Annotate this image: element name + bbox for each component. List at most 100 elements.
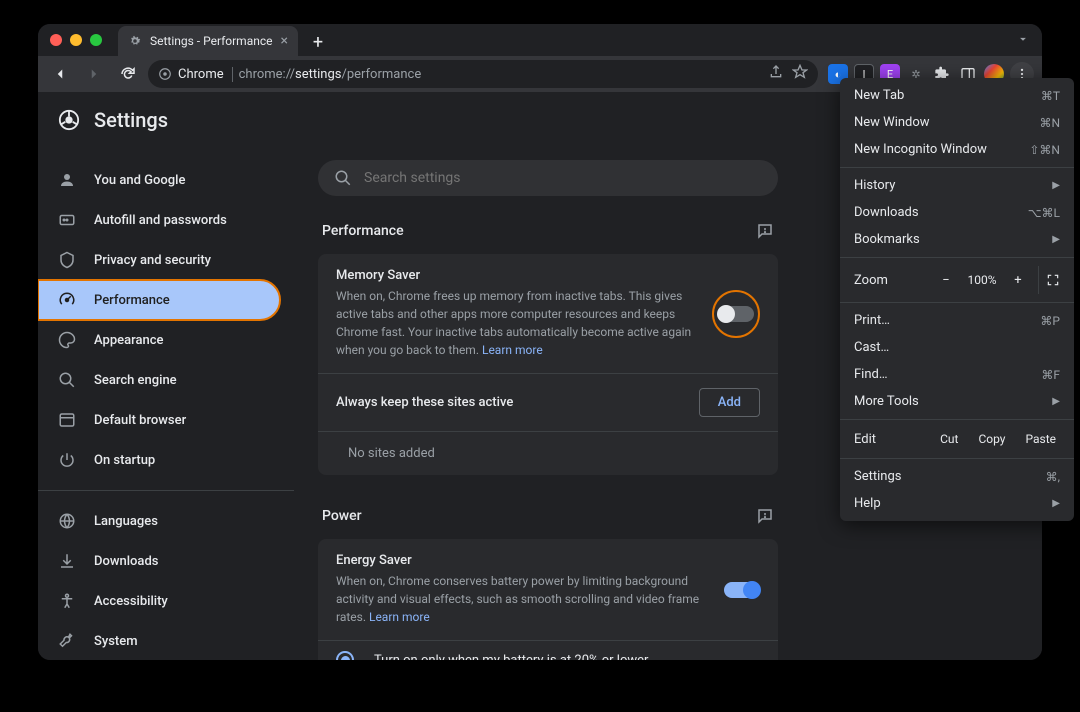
sidebar-item-search-engine[interactable]: Search engine xyxy=(38,360,280,400)
sidebar-item-downloads[interactable]: Downloads xyxy=(38,541,280,581)
sidebar-item-default-browser[interactable]: Default browser xyxy=(38,400,280,440)
menu-divider xyxy=(840,419,1074,420)
fullscreen-icon xyxy=(1046,273,1060,287)
feedback-icon[interactable] xyxy=(756,222,774,240)
sidebar-item-you-and-google[interactable]: You and Google xyxy=(38,160,280,200)
section-title: Power xyxy=(322,508,362,524)
copy-button[interactable]: Copy xyxy=(968,428,1015,450)
zoom-out-button[interactable]: − xyxy=(932,266,960,294)
sidebar-item-accessibility[interactable]: Accessibility xyxy=(38,581,280,621)
menu-label: New Tab xyxy=(854,88,904,103)
sidebar-item-label: Accessibility xyxy=(94,594,168,609)
menu-shortcut: ⌘P xyxy=(1040,314,1060,328)
tab-settings-performance[interactable]: Settings - Performance × xyxy=(118,26,298,56)
memory-saver-title: Memory Saver xyxy=(336,268,692,283)
settings-title: Settings xyxy=(94,108,168,132)
feedback-icon[interactable] xyxy=(756,507,774,525)
fullscreen-button[interactable] xyxy=(1038,266,1066,294)
menu-more-tools[interactable]: More Tools▶ xyxy=(840,388,1074,415)
menu-downloads[interactable]: Downloads ⌥⌘L xyxy=(840,199,1074,226)
menu-shortcut: ⌘T xyxy=(1041,89,1060,103)
menu-new-incognito[interactable]: New Incognito Window⇧⌘N xyxy=(840,136,1074,163)
window-close-button[interactable] xyxy=(50,34,62,46)
traffic-lights xyxy=(50,34,102,46)
menu-help[interactable]: Help ▶ xyxy=(840,490,1074,517)
learn-more-link[interactable]: Learn more xyxy=(482,343,543,357)
memory-saver-text: Memory Saver When on, Chrome frees up me… xyxy=(336,268,692,359)
menu-label: New Incognito Window xyxy=(854,142,987,157)
power-icon xyxy=(58,451,76,469)
window-maximize-button[interactable] xyxy=(90,34,102,46)
reload-button[interactable] xyxy=(114,60,142,88)
section-head-power: Power xyxy=(318,499,778,539)
memory-saver-toggle[interactable] xyxy=(718,306,754,322)
menu-new-window[interactable]: New Window⌘N xyxy=(840,109,1074,136)
zoom-value: 100% xyxy=(960,273,1004,287)
new-tab-button[interactable]: + xyxy=(304,28,332,56)
sidebar-item-appearance[interactable]: Appearance xyxy=(38,320,280,360)
add-site-button[interactable]: Add xyxy=(699,388,760,417)
window-minimize-button[interactable] xyxy=(70,34,82,46)
always-keep-label: Always keep these sites active xyxy=(336,395,513,410)
radio-battery-20[interactable]: Turn on only when my battery is at 20% o… xyxy=(318,641,778,660)
menu-history[interactable]: History ▶ xyxy=(840,172,1074,199)
sidebar-item-privacy[interactable]: Privacy and security xyxy=(38,240,280,280)
paste-button[interactable]: Paste xyxy=(1015,428,1066,450)
radio-button[interactable] xyxy=(336,651,354,660)
tab-search-button[interactable] xyxy=(1016,32,1030,49)
sidebar-item-performance[interactable]: Performance xyxy=(38,280,280,320)
sidebar-item-system[interactable]: System xyxy=(38,621,280,660)
omnibox-chip: Chrome xyxy=(178,67,233,82)
menu-label: Settings xyxy=(854,469,901,484)
chrome-menu: New Tab ⌘T New Window⌘N New Incognito Win… xyxy=(840,78,1074,521)
download-icon xyxy=(58,552,76,570)
menu-new-tab[interactable]: New Tab ⌘T xyxy=(840,82,1074,109)
search-input[interactable] xyxy=(364,170,762,186)
menu-find[interactable]: Find…⌘F xyxy=(840,361,1074,388)
menu-label: Find… xyxy=(854,367,888,382)
energy-saver-desc: When on, Chrome conserves battery power … xyxy=(336,572,704,626)
share-icon[interactable] xyxy=(768,64,784,84)
menu-label: Help xyxy=(854,496,881,511)
menu-label: Downloads xyxy=(854,205,919,220)
learn-more-link[interactable]: Learn more xyxy=(369,610,430,624)
back-button[interactable] xyxy=(46,60,74,88)
menu-shortcut: ⌥⌘L xyxy=(1028,206,1060,220)
menu-cast[interactable]: Cast… xyxy=(840,334,1074,361)
gear-icon xyxy=(128,34,142,48)
forward-button[interactable] xyxy=(80,60,108,88)
tab-close-icon[interactable]: × xyxy=(281,33,288,49)
menu-print[interactable]: Print… ⌘P xyxy=(840,307,1074,334)
card-energy-saver: Energy Saver When on, Chrome conserves b… xyxy=(318,539,778,660)
zoom-in-button[interactable]: + xyxy=(1004,266,1032,294)
card-memory-saver: Memory Saver When on, Chrome frees up me… xyxy=(318,254,778,475)
browser-icon xyxy=(58,411,76,429)
chevron-right-icon: ▶ xyxy=(1052,498,1060,509)
bookmark-icon[interactable] xyxy=(792,64,808,84)
titlebar: Settings - Performance × + xyxy=(38,24,1042,56)
menu-settings[interactable]: Settings ⌘, xyxy=(840,463,1074,490)
memory-saver-toggle-highlight xyxy=(712,290,760,338)
energy-saver-toggle[interactable] xyxy=(724,582,760,598)
menu-divider xyxy=(840,458,1074,459)
sidebar: You and Google Autofill and passwords Pr… xyxy=(38,148,294,660)
menu-shortcut: ⌘, xyxy=(1046,470,1060,484)
sidebar-item-label: Performance xyxy=(94,293,170,308)
zoom-label: Zoom xyxy=(854,273,932,288)
sidebar-item-languages[interactable]: Languages xyxy=(38,501,280,541)
menu-bookmarks[interactable]: Bookmarks▶ xyxy=(840,226,1074,253)
chevron-right-icon: ▶ xyxy=(1052,180,1060,191)
sidebar-item-autofill[interactable]: Autofill and passwords xyxy=(38,200,280,240)
menu-label: Print… xyxy=(854,313,890,328)
accessibility-icon xyxy=(58,592,76,610)
menu-label: History xyxy=(854,178,895,193)
settings-search[interactable] xyxy=(318,160,778,196)
chevron-right-icon: ▶ xyxy=(1052,234,1060,245)
memory-saver-desc: When on, Chrome frees up memory from ina… xyxy=(336,287,692,359)
energy-saver-text: Energy Saver When on, Chrome conserves b… xyxy=(336,553,704,626)
row-memory-saver: Memory Saver When on, Chrome frees up me… xyxy=(318,254,778,374)
cut-button[interactable]: Cut xyxy=(930,428,968,450)
address-bar[interactable]: Chrome chrome://settings/performance xyxy=(148,60,818,88)
sidebar-item-on-startup[interactable]: On startup xyxy=(38,440,280,480)
sidebar-item-label: On startup xyxy=(94,453,155,468)
